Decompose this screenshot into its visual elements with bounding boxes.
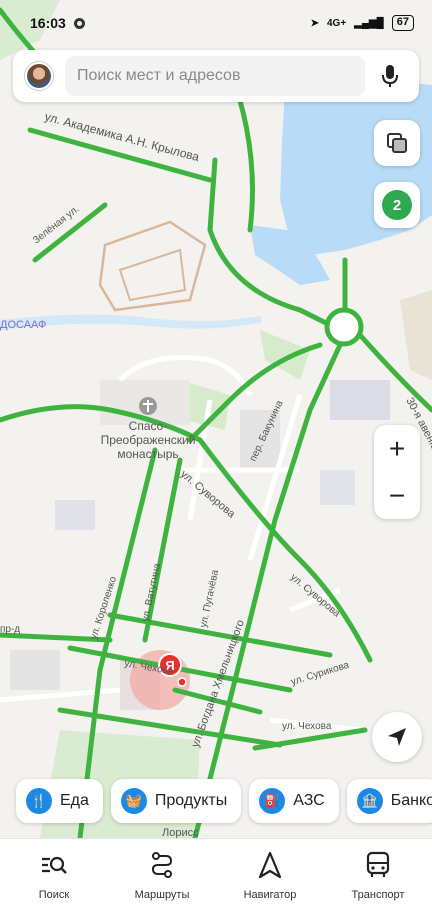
navigation-arrow-icon	[388, 728, 406, 746]
place-label-monastery-3: монастырь	[117, 447, 178, 461]
status-bar: 16:03 ➤ 4G+ ▂▄▆█ 67	[0, 0, 432, 46]
tab-routes[interactable]: Маршруты	[108, 839, 216, 910]
zoom-in-button[interactable]: +	[374, 425, 420, 472]
status-time: 16:03	[30, 15, 66, 31]
tab-routes-label: Маршруты	[134, 889, 190, 901]
street-label-chekhova-2: ул. Чехова	[282, 721, 332, 732]
bank-icon: 🏦	[356, 788, 383, 814]
signal-icon: ▂▄▆█	[354, 17, 384, 29]
chip-gas-station-label: АЗС	[293, 792, 325, 809]
bottom-tab-bar: Поиск Маршруты Навигатор Транспорт	[0, 838, 432, 910]
map-canvas[interactable]: Я ул. Академика А.Н. Крылова Зелёная ул.…	[0, 0, 432, 838]
traffic-button[interactable]: 2	[374, 182, 420, 228]
my-location-button[interactable]	[372, 712, 422, 762]
traffic-level-value: 2	[392, 196, 402, 214]
chip-groceries[interactable]: 🧺 Продукты	[110, 779, 242, 823]
chip-groceries-label: Продукты	[154, 792, 228, 809]
tab-transport-label: Транспорт	[351, 889, 405, 901]
microphone-icon[interactable]	[379, 61, 401, 91]
tab-transport[interactable]: Транспорт	[324, 839, 432, 910]
fuel-icon: ⛽	[259, 788, 286, 814]
chrome-icon	[73, 17, 85, 29]
search-input[interactable]: Поиск мест и адресов	[65, 56, 365, 96]
battery-indicator: 67	[391, 15, 414, 31]
tab-search[interactable]: Поиск	[0, 839, 108, 910]
search-bar: Поиск мест и адресов	[13, 50, 419, 102]
app-root: Я ул. Академика А.Н. Крылова Зелёная ул.…	[0, 0, 432, 910]
traffic-level-badge: 2	[382, 190, 412, 220]
bus-icon	[365, 849, 391, 881]
search-list-icon	[40, 849, 68, 881]
place-label-monastery-2: Преображенский	[101, 433, 196, 447]
chip-gas-station[interactable]: ⛽ АЗС	[249, 779, 339, 823]
chip-food-label: Еда	[60, 792, 89, 809]
network-label: 4G+	[327, 17, 347, 29]
location-arrow-icon: ➤	[310, 17, 319, 29]
tab-navigator-label: Навигатор	[243, 889, 297, 901]
layers-button[interactable]	[374, 120, 420, 166]
place-label-dosaaf: ДОСААФ	[0, 319, 46, 331]
route-icon	[150, 849, 174, 881]
chip-banks-label: Банко	[390, 792, 432, 809]
tab-navigator[interactable]: Навигатор	[216, 839, 324, 910]
street-label-pr: пр-д	[0, 624, 20, 635]
zoom-control: + −	[374, 425, 420, 519]
chip-banks[interactable]: 🏦 Банко	[346, 779, 432, 823]
navigator-icon	[258, 849, 282, 881]
chip-food[interactable]: 🍴 Еда	[16, 779, 103, 823]
layers-icon	[387, 133, 407, 153]
search-placeholder: Поиск мест и адресов	[77, 67, 241, 84]
zoom-out-button[interactable]: −	[374, 472, 420, 519]
church-icon	[139, 397, 157, 415]
place-label-pharmacy: Лорисс	[162, 827, 199, 838]
basket-icon: 🧺	[120, 788, 147, 814]
place-label-monastery-1: Спасо-	[129, 419, 168, 433]
fork-knife-icon: 🍴	[26, 788, 52, 814]
category-chips: 🍴 Еда 🧺 Продукты ⛽ АЗС 🏦 Банко	[16, 779, 432, 823]
tab-search-label: Поиск	[38, 889, 70, 901]
avatar[interactable]	[25, 62, 53, 90]
